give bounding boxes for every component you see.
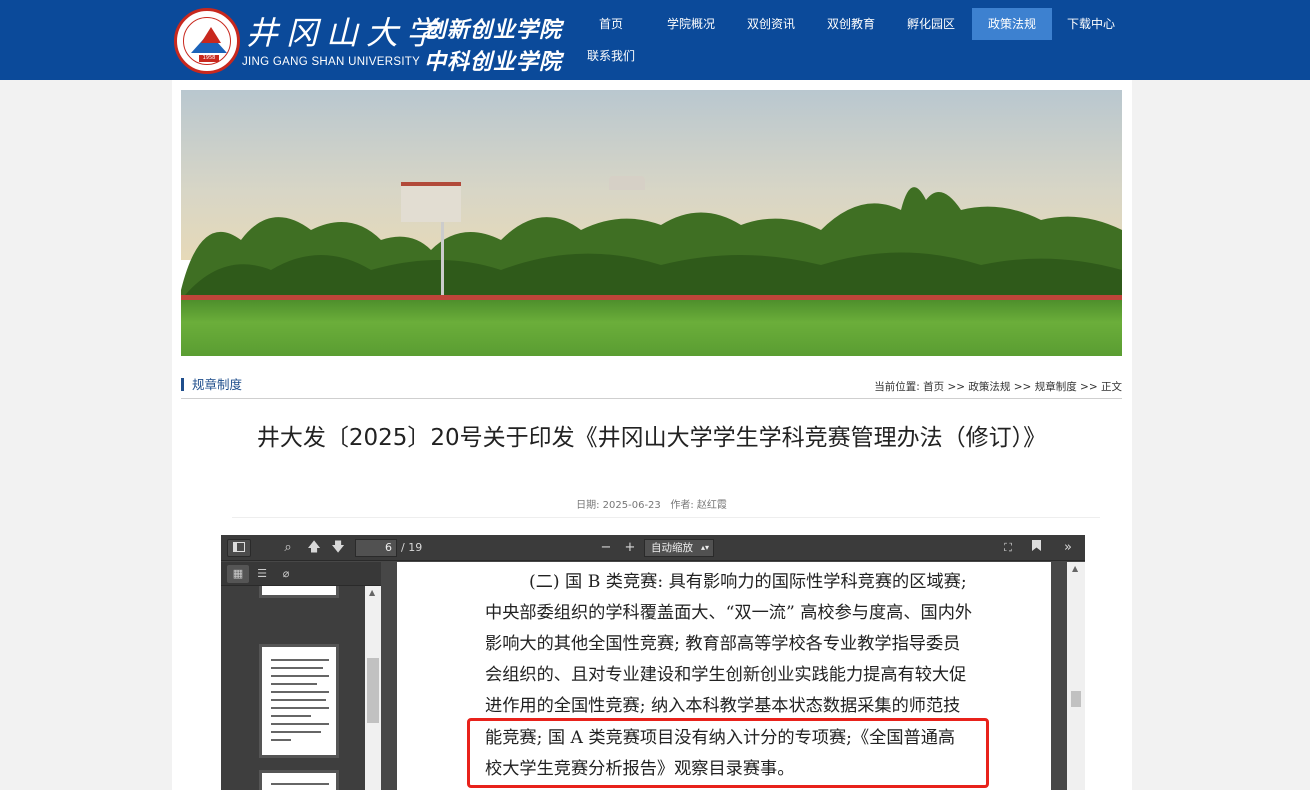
- attachment-icon[interactable]: ⌀: [275, 565, 297, 583]
- college-name-1: 创新创业学院: [424, 17, 563, 43]
- page-thumbnail[interactable]: [259, 770, 339, 790]
- article-meta: 日期: 2025-06-23 作者: 赵红霞: [181, 496, 1122, 511]
- sidebar-tools: ▦ ☰ ⌀: [221, 562, 381, 586]
- pdf-viewer: ⌕ 🡅 🡇 6 / 19 − + 自动缩放 ▴▾ ⛶ » ▦ ☰ ⌀ ▲ (二)…: [221, 535, 1085, 790]
- nav-policy[interactable]: 政策法规: [972, 8, 1052, 40]
- zoom-out-icon[interactable]: −: [595, 539, 617, 557]
- scroll-up-icon[interactable]: ▲: [1072, 564, 1078, 573]
- fullscreen-icon[interactable]: ⛶: [997, 539, 1019, 557]
- scroll-up-icon[interactable]: ▲: [369, 588, 375, 597]
- pdf-text-line: (二) 国 B 类竞赛: 具有影响力的国际性学科竞赛的区域赛;: [529, 572, 967, 592]
- article-title: 井大发〔2025〕20号关于印发《井冈山大学学生学科竞赛管理办法（修订）》: [256, 425, 1047, 451]
- zoom-in-icon[interactable]: +: [619, 539, 641, 557]
- page-thumbnail[interactable]: [259, 586, 339, 598]
- red-highlight-box: [467, 718, 989, 788]
- university-seal-logo[interactable]: 1958: [174, 8, 240, 74]
- nav-downloads[interactable]: 下载中心: [1052, 8, 1130, 40]
- breadcrumb-label: 当前位置:: [874, 381, 920, 393]
- zoom-value: 自动缩放: [651, 542, 693, 554]
- pdf-text-line: 中央部委组织的学科覆盖面大、“双一流” 高校参与度高、国内外: [485, 603, 973, 623]
- nav-contact[interactable]: 联系我们: [572, 40, 650, 72]
- pdf-scrollbar[interactable]: ▲: [1067, 562, 1085, 790]
- sidebar-scrollbar[interactable]: ▲: [365, 586, 381, 790]
- college-name-2: 中科创业学院: [424, 49, 563, 75]
- date-label: 日期:: [576, 500, 600, 511]
- article-date: 2025-06-23: [602, 500, 661, 511]
- pdf-text-line: 影响大的其他全国性竞赛; 教育部高等学校各专业教学指导委员: [485, 634, 961, 654]
- section-title: 规章制度: [181, 378, 242, 391]
- campus-banner-image: [181, 90, 1122, 356]
- breadcrumb-rules[interactable]: 规章制度: [1035, 381, 1077, 393]
- previous-page-icon[interactable]: 🡅: [303, 539, 325, 557]
- nav-incubator[interactable]: 孵化园区: [892, 8, 970, 40]
- seal-year: 1958: [199, 55, 219, 62]
- site-header: 1958 井冈山大学 JING GANG SHAN UNIVERSITY 创新创…: [0, 0, 1310, 80]
- university-name-en: JING GANG SHAN UNIVERSITY: [242, 56, 421, 68]
- pdf-page: (二) 国 B 类竞赛: 具有影响力的国际性学科竞赛的区域赛; 中央部委组织的学…: [397, 562, 1051, 790]
- nav-news[interactable]: 双创资讯: [732, 8, 810, 40]
- thumbnails-icon[interactable]: ▦: [227, 565, 249, 583]
- breadcrumb-policy[interactable]: 政策法规: [968, 381, 1010, 393]
- page-number-input[interactable]: 6: [355, 539, 397, 557]
- divider: [232, 517, 1100, 518]
- sidebar-toggle-icon[interactable]: [227, 539, 251, 557]
- breadcrumb-separator: >>: [1013, 381, 1032, 393]
- next-page-icon[interactable]: 🡇: [327, 539, 349, 557]
- breadcrumb: 当前位置: 首页 >> 政策法规 >> 规章制度 >> 正文: [874, 379, 1122, 394]
- outline-icon[interactable]: ☰: [251, 565, 273, 583]
- author-label: 作者:: [670, 500, 694, 511]
- chevron-updown-icon: ▴▾: [700, 543, 709, 552]
- article-author: 赵红霞: [696, 500, 727, 511]
- pdf-toolbar: ⌕ 🡅 🡇 6 / 19 − + 自动缩放 ▴▾ ⛶ »: [221, 535, 1085, 561]
- nav-about[interactable]: 学院概况: [652, 8, 730, 40]
- zoom-select[interactable]: 自动缩放 ▴▾: [644, 539, 714, 557]
- breadcrumb-separator: >>: [947, 381, 966, 393]
- breadcrumb-home[interactable]: 首页: [923, 381, 944, 393]
- content-panel: 规章制度 当前位置: 首页 >> 政策法规 >> 规章制度 >> 正文 井大发〔…: [172, 80, 1132, 790]
- pdf-text-line: 会组织的、且对专业建设和学生创新创业实践能力提高有较大促: [485, 665, 967, 685]
- nav-home[interactable]: 首页: [572, 8, 650, 40]
- pdf-page-area: (二) 国 B 类竞赛: 具有影响力的国际性学科竞赛的区域赛; 中央部委组织的学…: [381, 562, 1085, 790]
- tools-menu-icon[interactable]: »: [1057, 539, 1079, 557]
- divider: [181, 398, 1122, 399]
- page-thumbnail[interactable]: [259, 644, 339, 758]
- university-name-cn: 井冈山大学: [246, 14, 447, 52]
- bookmark-icon[interactable]: [1025, 539, 1047, 557]
- thumbnail-sidebar: ▦ ☰ ⌀ ▲: [221, 562, 381, 790]
- page-total: / 19: [401, 541, 423, 554]
- breadcrumb-current: 正文: [1101, 381, 1122, 393]
- nav-education[interactable]: 双创教育: [812, 8, 890, 40]
- breadcrumb-separator: >>: [1080, 381, 1098, 393]
- search-icon[interactable]: ⌕: [277, 539, 299, 557]
